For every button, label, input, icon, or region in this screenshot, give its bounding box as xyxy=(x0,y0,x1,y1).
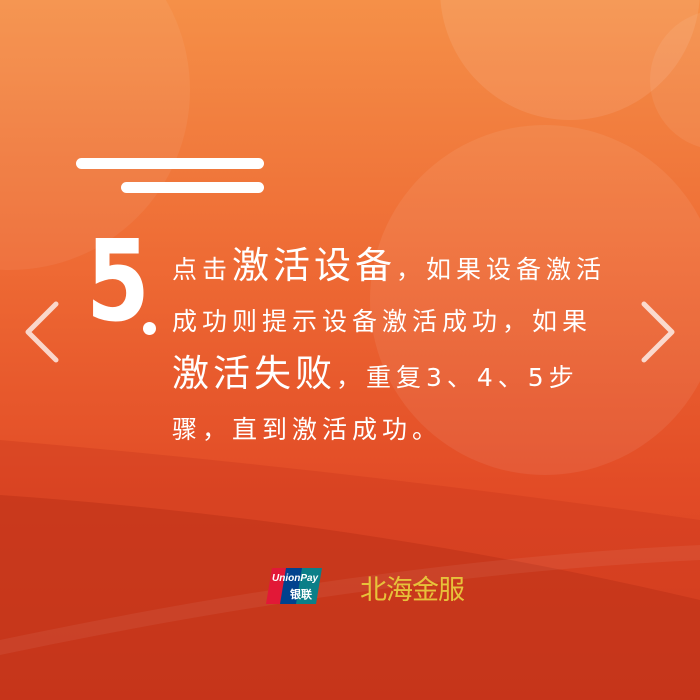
brand-logo: 北海金服 xyxy=(360,575,465,606)
instruction-slide: 5 点击激活设备，如果设备激活成功则提示设备激活成功，如果激活失败，重复3、4、… xyxy=(0,0,700,700)
instruction-emphasis-failed: 激活失败 xyxy=(172,352,336,395)
instruction-emphasis-activate: 激活设备 xyxy=(232,244,397,287)
step-number: 5 xyxy=(86,217,150,347)
unionpay-logo-text: UnionPay xyxy=(272,573,319,584)
decorative-line-top xyxy=(76,158,264,169)
footer-logos: UnionPay 银联 北海金服 xyxy=(0,560,700,610)
next-slide-button[interactable] xyxy=(636,300,680,364)
chevron-left-icon xyxy=(25,301,59,363)
unionpay-logo: UnionPay 银联 xyxy=(266,568,322,604)
prev-slide-button[interactable] xyxy=(20,300,64,364)
unionpay-logo-cn: 银联 xyxy=(290,589,312,601)
chevron-right-icon xyxy=(641,301,675,363)
step-instruction-text: 点击激活设备，如果设备激活成功则提示设备激活成功，如果激活失败，重复3、4、5步… xyxy=(172,240,624,456)
decorative-line-bottom xyxy=(121,182,264,193)
step-number-dot xyxy=(143,322,156,335)
instruction-segment: 点击 xyxy=(172,255,233,284)
